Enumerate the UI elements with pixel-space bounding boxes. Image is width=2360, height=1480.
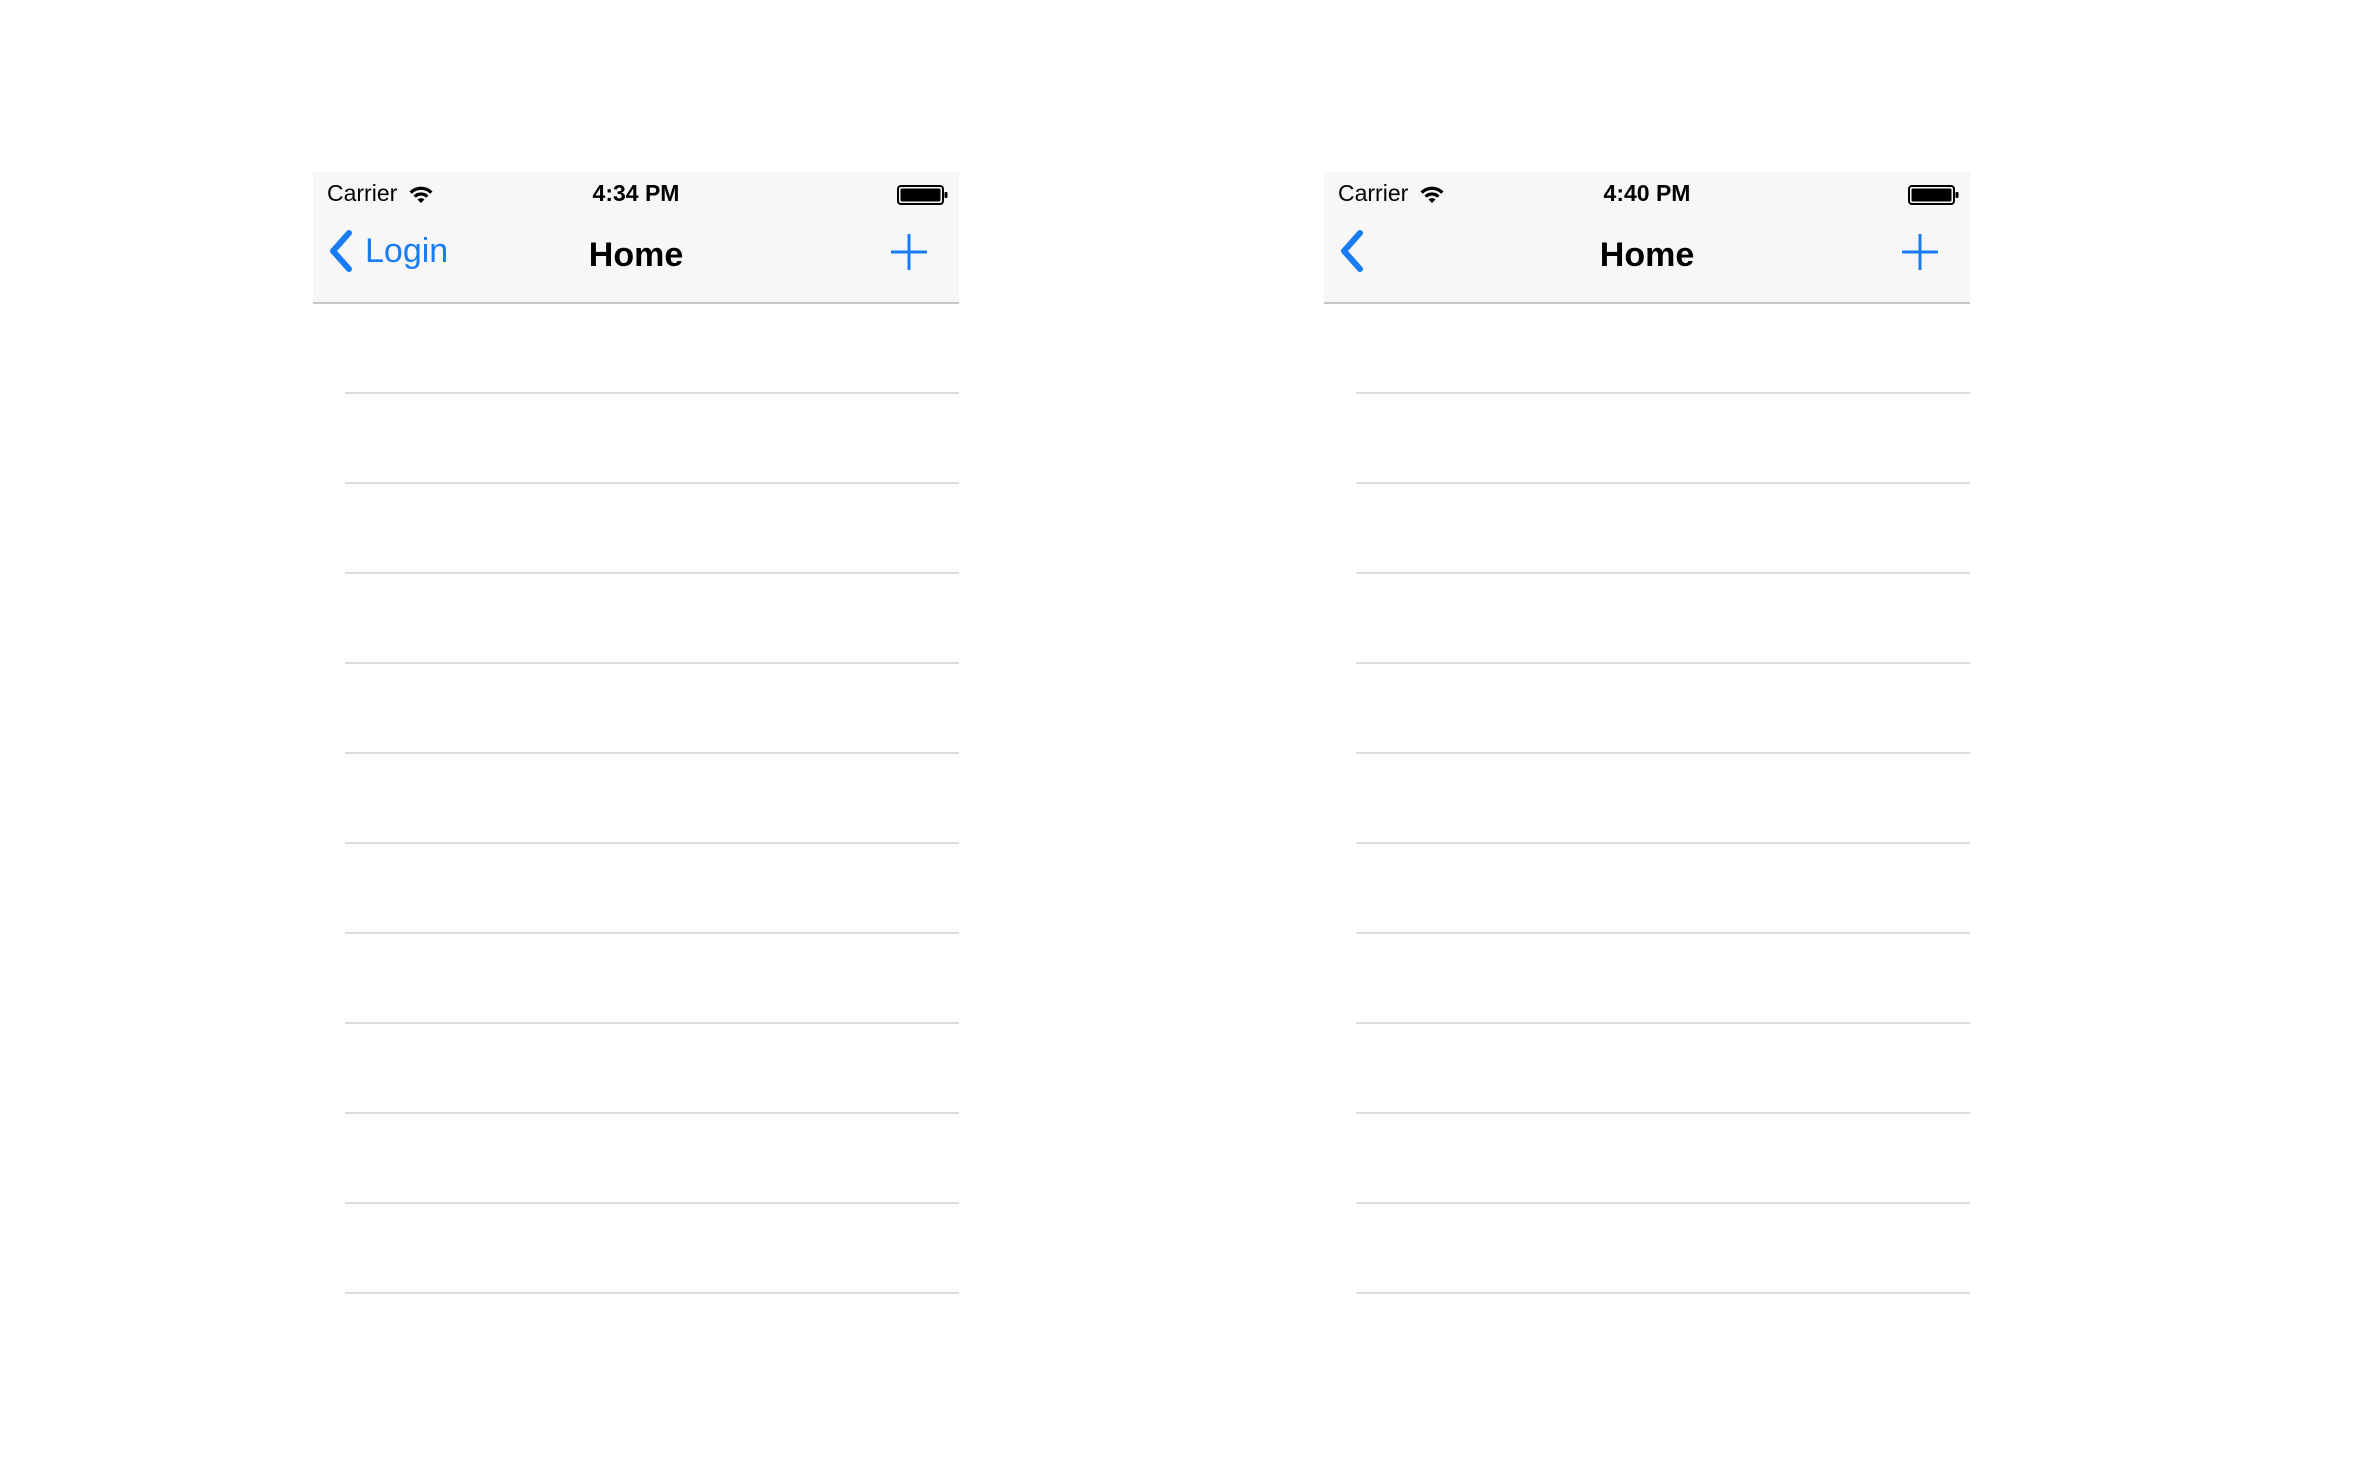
table-row[interactable] <box>345 394 959 484</box>
table-row[interactable] <box>345 844 959 934</box>
table-row[interactable] <box>1356 574 1970 664</box>
status-bar: Carrier 4:34 PM <box>313 172 959 212</box>
table-row[interactable] <box>345 754 959 844</box>
table-view[interactable] <box>1324 304 1970 1294</box>
navigation-bar: Login Home <box>313 212 959 302</box>
table-row[interactable] <box>345 1204 959 1294</box>
table-row[interactable] <box>1356 934 1970 1024</box>
table-row[interactable] <box>1356 1114 1970 1204</box>
table-row[interactable] <box>345 484 959 574</box>
status-bar: Carrier 4:40 PM <box>1324 172 1970 212</box>
battery-icon <box>897 185 948 205</box>
table-row[interactable] <box>345 934 959 1024</box>
table-row[interactable] <box>345 1114 959 1204</box>
table-row[interactable] <box>1356 484 1970 574</box>
nav-title: Home <box>588 236 684 274</box>
table-row[interactable] <box>1356 304 1970 394</box>
table-row[interactable] <box>1356 754 1970 844</box>
navigation-bar: Home <box>1324 212 1970 302</box>
battery-icon <box>1908 185 1959 205</box>
table-row[interactable] <box>345 574 959 664</box>
table-row[interactable] <box>1356 1024 1970 1114</box>
plus-icon[interactable] <box>889 232 929 272</box>
table-row[interactable] <box>1356 844 1970 934</box>
table-row[interactable] <box>1356 394 1970 484</box>
screen-left: Carrier 4:34 PM Login Home <box>313 172 959 1294</box>
status-time: 4:40 PM <box>1603 180 1691 206</box>
table-row[interactable] <box>345 664 959 754</box>
status-time: 4:34 PM <box>592 180 680 206</box>
header-area: Carrier 4:40 PM Home <box>1324 172 1970 304</box>
table-row[interactable] <box>1356 664 1970 754</box>
nav-title: Home <box>1599 236 1695 274</box>
screen-right: Carrier 4:40 PM Home <box>1324 172 1970 1294</box>
header-area: Carrier 4:34 PM Login Home <box>313 172 959 304</box>
table-row[interactable] <box>345 1024 959 1114</box>
table-row[interactable] <box>1356 1204 1970 1294</box>
table-view[interactable] <box>313 304 959 1294</box>
plus-icon[interactable] <box>1900 232 1940 272</box>
table-row[interactable] <box>345 304 959 394</box>
